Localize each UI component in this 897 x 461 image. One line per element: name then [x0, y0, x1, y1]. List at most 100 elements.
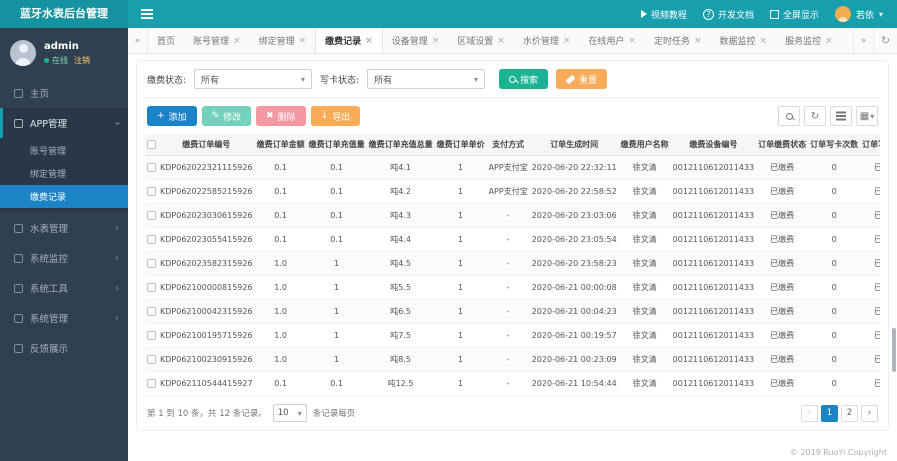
table-row[interactable]: KDP062110544415927 0.1 0.1 吨12.5 1-2020-06-2…: [145, 371, 880, 396]
profile-avatar[interactable]: [10, 40, 36, 66]
table-layout-button[interactable]: ▦ ▾: [856, 106, 878, 126]
user-menu[interactable]: 若依 ▾: [834, 6, 883, 22]
row-checkbox[interactable]: [147, 283, 156, 292]
table-row[interactable]: KDP062023582315926 1.0 1 吨4.5 1-2020-06-20 2…: [145, 251, 880, 276]
tab-binding[interactable]: 绑定管理 ×: [250, 28, 316, 53]
cell-pay-status: 已缴费: [756, 275, 809, 300]
cell-recharge-amount: 1: [306, 251, 367, 276]
page-button-1[interactable]: 1: [821, 404, 838, 422]
sidebar-item-home[interactable]: 主页: [0, 78, 128, 108]
tab-service-monitor[interactable]: 服务监控 ×: [776, 28, 842, 53]
tab-data-monitor[interactable]: 数据监控 ×: [711, 28, 777, 53]
close-icon[interactable]: ×: [825, 36, 833, 46]
tabs-scroll-right-button[interactable]: »: [853, 28, 873, 53]
close-icon[interactable]: ×: [694, 36, 702, 46]
cell-pay-status: 已缴费: [756, 227, 809, 252]
close-icon[interactable]: ×: [365, 36, 373, 46]
reset-button[interactable]: 重置: [556, 69, 608, 89]
tab-payment-records[interactable]: 缴费记录 ×: [315, 28, 383, 53]
payment-status-select[interactable]: 所有 ▾: [194, 69, 313, 89]
row-checkbox[interactable]: [147, 259, 156, 268]
row-checkbox[interactable]: [147, 211, 156, 220]
page-size-select[interactable]: 10 ▾: [272, 404, 307, 422]
table-row[interactable]: KDP062022585215926 0.1 0.1 吨4.2 1 APP支付宝 2020-…: [145, 179, 880, 204]
table-row[interactable]: KDP062100195715926 1.0 1 吨7.5 1-2020-06-21 0…: [145, 323, 880, 348]
sidebar-item-label: 水表管理: [30, 224, 69, 235]
window-scrollbar-thumb[interactable]: [892, 328, 896, 372]
cell-unit-price: 1: [434, 227, 487, 252]
table-columns-button[interactable]: [830, 106, 852, 126]
video-tutorial-link[interactable]: 视频教程: [640, 8, 687, 21]
tab-cron[interactable]: 定时任务 ×: [645, 28, 711, 53]
cell-user-name: 徐文清: [618, 179, 671, 204]
column-header-9: 订单缴费状态: [756, 134, 809, 156]
close-icon[interactable]: ×: [432, 36, 440, 46]
cell-created-time: 2020-06-21 00:00:08: [529, 275, 619, 300]
export-button[interactable]: ↓ 导出: [310, 106, 361, 126]
table-row[interactable]: KDP062022321115926 0.1 0.1 吨4.1 1 APP支付宝 2020-…: [145, 155, 880, 180]
tabs-refresh-button[interactable]: ↻: [873, 28, 897, 53]
sidebar-item-system-manage[interactable]: 系统管理 ›: [0, 303, 128, 333]
page-next-button[interactable]: ›: [861, 404, 878, 422]
row-checkbox[interactable]: [147, 163, 156, 172]
row-checkbox[interactable]: [147, 331, 156, 340]
search-button[interactable]: 搜索: [499, 69, 549, 89]
close-icon[interactable]: ×: [497, 36, 505, 46]
tab-home[interactable]: 首页: [148, 28, 184, 53]
close-icon[interactable]: ×: [233, 36, 241, 46]
search-icon: [785, 112, 793, 120]
tab-online-users[interactable]: 在线用户 ×: [579, 28, 645, 53]
sidebar-subitem-payment-records[interactable]: 缴费记录: [0, 185, 128, 208]
sidebar-item-system-tools[interactable]: 系统工具 ›: [0, 273, 128, 303]
sidebar-subitem-account[interactable]: 账号管理: [0, 139, 128, 162]
row-checkbox[interactable]: [147, 187, 156, 196]
row-checkbox[interactable]: [147, 235, 156, 244]
row-checkbox[interactable]: [147, 355, 156, 364]
close-icon[interactable]: ×: [299, 36, 307, 46]
sidebar-item-system-monitor[interactable]: 系统监控 ›: [0, 243, 128, 273]
row-checkbox[interactable]: [147, 379, 156, 388]
table-row[interactable]: KDP062023055415926 0.1 0.1 吨4.4 1-2020-06-20…: [145, 227, 880, 252]
add-button[interactable]: + 添加: [147, 106, 197, 126]
tab-device[interactable]: 设备管理 ×: [383, 28, 449, 53]
edit-button-label: 修改: [223, 112, 242, 123]
table-row[interactable]: KDP062100042315926 1.0 1 吨6.5 1-2020-06-21 0…: [145, 299, 880, 324]
sidebar-item-app[interactable]: APP管理 ›: [0, 108, 128, 138]
cell-write-status: 已写入: [860, 203, 880, 228]
cell-pay-method: -: [486, 323, 530, 348]
delete-button[interactable]: ✖ 删除: [256, 106, 306, 126]
sidebar-item-label: APP管理: [30, 119, 67, 130]
sidebar-item-water-meter[interactable]: 水表管理 ›: [0, 213, 128, 243]
close-icon[interactable]: ×: [563, 36, 571, 46]
cell-unit-price: 1: [434, 155, 487, 180]
sidebar-item-feedback[interactable]: 反馈展示: [0, 333, 128, 363]
tabs-scroll-left-button[interactable]: «: [128, 28, 148, 53]
page-prev-button[interactable]: ‹: [801, 404, 818, 422]
cell-write-status: 已写入: [860, 371, 880, 396]
edit-button[interactable]: ✎ 修改: [201, 106, 252, 126]
page-button-2[interactable]: 2: [841, 404, 858, 422]
card-status-select[interactable]: 所有 ▾: [367, 69, 486, 89]
sidebar-profile: admin 在线 注销: [0, 28, 128, 78]
table-search-button[interactable]: [778, 106, 800, 126]
sidebar-toggle-button[interactable]: [128, 0, 166, 28]
sidebar-submenu: 账号管理 绑定管理 缴费记录: [0, 138, 128, 213]
dev-docs-link[interactable]: ? 开发文档: [702, 8, 754, 21]
tab-region[interactable]: 区域设置 ×: [448, 28, 514, 53]
close-icon[interactable]: ×: [628, 36, 636, 46]
sidebar-subitem-binding[interactable]: 绑定管理: [0, 162, 128, 185]
select-all-checkbox[interactable]: [147, 140, 156, 149]
sidebar-item-label: 反馈展示: [30, 344, 69, 355]
tab-account[interactable]: 账号管理 ×: [184, 28, 250, 53]
top-header: 蓝牙水表后台管理 视频教程 ? 开发文档 全屏显示 若依 ▾: [0, 0, 897, 28]
table-row[interactable]: KDP062023030615926 0.1 0.1 吨4.3 1-2020-06-20…: [145, 203, 880, 228]
table-row[interactable]: KDP062100230915926 1.0 1 吨8.5 1-2020-06-21 0…: [145, 347, 880, 372]
fullscreen-link[interactable]: 全屏显示: [769, 8, 819, 21]
logout-link[interactable]: 注销: [74, 55, 90, 66]
row-checkbox[interactable]: [147, 307, 156, 316]
close-icon[interactable]: ×: [760, 36, 768, 46]
column-header-5: 支付方式: [486, 134, 530, 156]
table-refresh-button[interactable]: ↻: [804, 106, 826, 126]
table-row[interactable]: KDP062100000815926 1.0 1 吨5.5 1-2020-06-21 0…: [145, 275, 880, 300]
tab-water-price[interactable]: 水价管理 ×: [514, 28, 580, 53]
